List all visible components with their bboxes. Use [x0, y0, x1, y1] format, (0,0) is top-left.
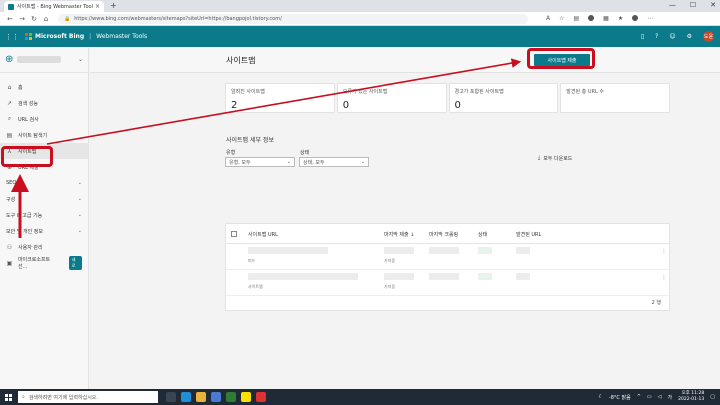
file-explorer-icon[interactable] [196, 392, 206, 402]
task-view-icon[interactable] [166, 392, 176, 402]
notifications-icon[interactable]: ▢ [710, 394, 715, 400]
taskbar-search[interactable]: ⌕ 검색하려면 여기에 입력하십시오. [18, 391, 158, 403]
kakaotalk-icon[interactable] [241, 392, 251, 402]
tray-arrow-icon[interactable]: ^ [637, 394, 641, 400]
edge-icon[interactable] [181, 392, 191, 402]
chrome-icon[interactable] [256, 392, 266, 402]
clock[interactable]: 오후 11:28 2022-01-13 [678, 391, 704, 403]
store-icon[interactable] [211, 392, 221, 402]
arrow-to-submit-button [46, 58, 522, 145]
volume-icon[interactable]: ◁ [658, 394, 662, 400]
weather-icon: ☾ [598, 394, 603, 400]
start-button[interactable] [0, 389, 16, 405]
network-icon[interactable]: ▭ [647, 394, 652, 400]
windows-taskbar: ⌕ 검색하려면 여기에 입력하십시오. ☾ -8°C 맑음 ^ ▭ ◁ 가 오후… [0, 389, 720, 405]
system-tray: ☾ -8°C 맑음 ^ ▭ ◁ 가 오후 11:28 2022-01-13 ▢ [598, 391, 715, 403]
weather-text[interactable]: -8°C 맑음 [609, 394, 631, 401]
windows-logo-icon [4, 393, 12, 401]
annotation-arrows [11, 58, 522, 238]
ime-icon[interactable]: 가 [668, 394, 673, 401]
search-icon: ⌕ [22, 394, 25, 400]
pinned-apps [166, 392, 266, 402]
app-icon[interactable] [226, 392, 236, 402]
